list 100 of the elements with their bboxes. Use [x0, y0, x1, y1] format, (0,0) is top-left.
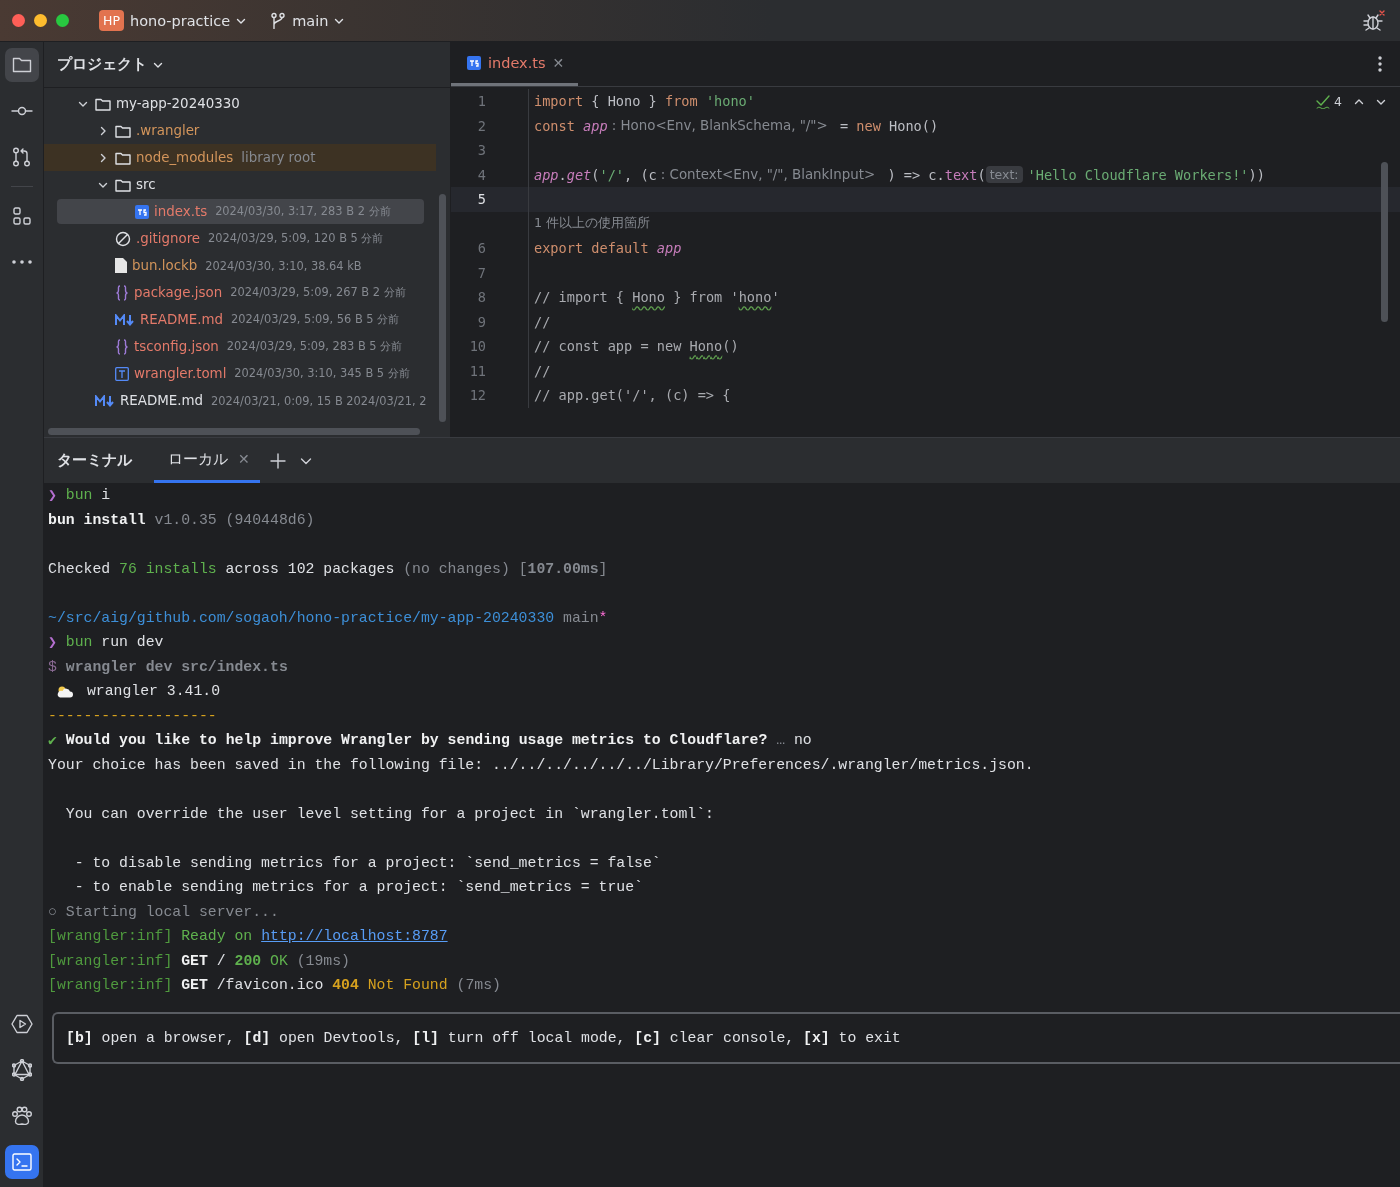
line-number: 8	[451, 285, 529, 310]
terminal-text: open Devtools,	[278, 1029, 405, 1046]
terminal-text: (no changes) [	[403, 560, 528, 577]
inlay-hint: text:	[985, 166, 1023, 184]
line-number: 5	[451, 187, 529, 212]
terminal-text: $	[48, 658, 58, 675]
terminal-text: bun	[65, 634, 93, 651]
terminal-text: run dev	[100, 634, 164, 651]
terminal-text: 76 installs	[119, 560, 217, 577]
terminal-text: (7ms)	[455, 977, 501, 994]
terminal-link[interactable]: http://localhost:8787	[261, 928, 448, 945]
terminal-text: - to disable sending metrics for a project: `send_metrics = false`	[73, 854, 661, 871]
folder-icon	[115, 150, 131, 165]
terminal-text: 404	[332, 977, 359, 994]
terminal-text: i	[100, 487, 111, 504]
braces-icon	[115, 284, 129, 301]
project-selector[interactable]: HP hono-practice	[99, 10, 247, 31]
branch-icon	[270, 12, 287, 29]
terminal-text: (19ms)	[295, 952, 350, 969]
tree-item[interactable]: .gitignore 2024/03/29, 5:09, 120 B 5 分前	[44, 225, 450, 252]
terminal-tool-button[interactable]	[4, 1145, 39, 1179]
plus-icon	[269, 452, 286, 469]
code-token: import	[534, 93, 584, 110]
usages-hint[interactable]: 1 件以上の使用箇所	[534, 215, 651, 233]
tree-item[interactable]: bun.lockb 2024/03/30, 3:10, 38.64 kB	[44, 252, 450, 279]
code-token: Hono	[632, 289, 665, 306]
code-token: 'Hello Cloudflare Workers!'	[1027, 166, 1249, 183]
terminal-text: …	[775, 732, 786, 749]
tree-item[interactable]: my-app-20240330	[44, 90, 450, 117]
terminal-text: to exit	[837, 1029, 901, 1046]
terminal-text: bun install	[48, 511, 146, 528]
tree-item[interactable]: .wrangler	[44, 117, 450, 144]
structure-icon	[12, 207, 31, 225]
code-token: 'hono'	[704, 93, 755, 110]
close-tab-icon[interactable]: ✕	[238, 451, 250, 467]
code-token: } from '	[672, 289, 739, 306]
inlay-hint: : Context<Env, "/", BlankInput>	[659, 167, 877, 183]
bug-icon	[1363, 9, 1385, 32]
tree-item[interactable]: node_modules library root	[44, 144, 436, 171]
tree-item[interactable]: README.md 2024/03/29, 5:09, 56 B 5 分前	[44, 306, 450, 333]
code-token: app	[534, 166, 559, 183]
branch-selector[interactable]: main	[270, 12, 345, 29]
tree-item[interactable]: src	[44, 171, 450, 198]
terminal-text: [wrangler:inf]	[48, 952, 173, 969]
code-token: new	[856, 117, 881, 134]
terminal-text: ❯	[48, 487, 58, 505]
line-number: 6	[451, 236, 529, 261]
terminal-text: *	[598, 609, 608, 626]
terminal-text: open a browser,	[100, 1029, 236, 1046]
code-token: ))	[1248, 166, 1265, 183]
terminal-text: ✔	[48, 732, 58, 750]
line-number: 2	[451, 113, 529, 138]
project-tool-button[interactable]	[4, 48, 39, 82]
typescript-file-icon	[135, 204, 149, 219]
code-token: Hono	[689, 338, 723, 355]
minimize-window-button[interactable]	[34, 14, 47, 27]
scrollbar-thumb[interactable]	[439, 194, 446, 422]
line-number: 9	[451, 309, 529, 334]
code-token: //	[534, 362, 551, 379]
tree-item[interactable]: package.json 2024/03/29, 5:09, 267 B 2 分前	[44, 279, 450, 306]
terminal-text: bun	[65, 487, 93, 504]
kebab-menu-icon	[1378, 56, 1382, 72]
tree-item[interactable]: wrangler.toml 2024/03/30, 3:10, 345 B 5 分前	[44, 360, 450, 387]
terminal-text: OK	[269, 952, 288, 969]
new-tab-button[interactable]	[269, 452, 286, 469]
line-number: 3	[451, 138, 529, 163]
terminal-text: across 102 packages	[224, 560, 396, 577]
tree-item[interactable]: tsconfig.json 2024/03/29, 5:09, 283 B 5 分前	[44, 333, 450, 360]
braces-icon	[115, 338, 129, 355]
inspection-widget[interactable]: 4	[1316, 94, 1342, 109]
close-tab-icon[interactable]: ✕	[552, 54, 565, 71]
scrollbar-thumb[interactable]	[1381, 162, 1388, 322]
code-token: from	[664, 93, 698, 110]
zoom-window-button[interactable]	[56, 14, 69, 27]
code-token: hono	[738, 289, 772, 306]
line-number: 7	[451, 260, 529, 285]
tree-item[interactable]: index.ts 2024/03/30, 3:17, 283 B 2 分前	[44, 198, 450, 225]
folder-icon	[11, 56, 32, 74]
code-token: '/'	[599, 166, 625, 183]
cloud-icon	[56, 684, 74, 698]
tree-item[interactable]: README.md 2024/03/21, 0:09, 15 B 2024/03/21, 2	[44, 387, 450, 414]
code-token: const	[534, 117, 575, 134]
terminal-text: Not Found	[366, 977, 448, 994]
terminal-text: v1.0.35 (940448d6)	[153, 511, 315, 528]
line-number: 12	[451, 383, 529, 408]
chevron-right-icon	[98, 152, 108, 163]
terminal-text: no	[792, 732, 812, 749]
code-token: { Hono }	[590, 93, 658, 110]
check-icon	[1316, 94, 1331, 109]
folder-icon	[115, 177, 131, 192]
graphql-icon	[11, 1059, 32, 1081]
editor-tab[interactable]: index.ts ✕	[451, 42, 579, 86]
terminal-text: GET	[180, 952, 208, 969]
no-entry-icon	[115, 230, 131, 247]
code-token: export default	[534, 240, 649, 257]
scrollbar-thumb[interactable]	[48, 428, 420, 435]
inlay-hint: : Hono<Env, BlankSchema, "/">	[610, 118, 829, 134]
terminal-tab[interactable]: ローカル ✕	[154, 438, 260, 483]
terminal-text: [d]	[243, 1029, 271, 1046]
close-window-button[interactable]	[12, 14, 25, 27]
